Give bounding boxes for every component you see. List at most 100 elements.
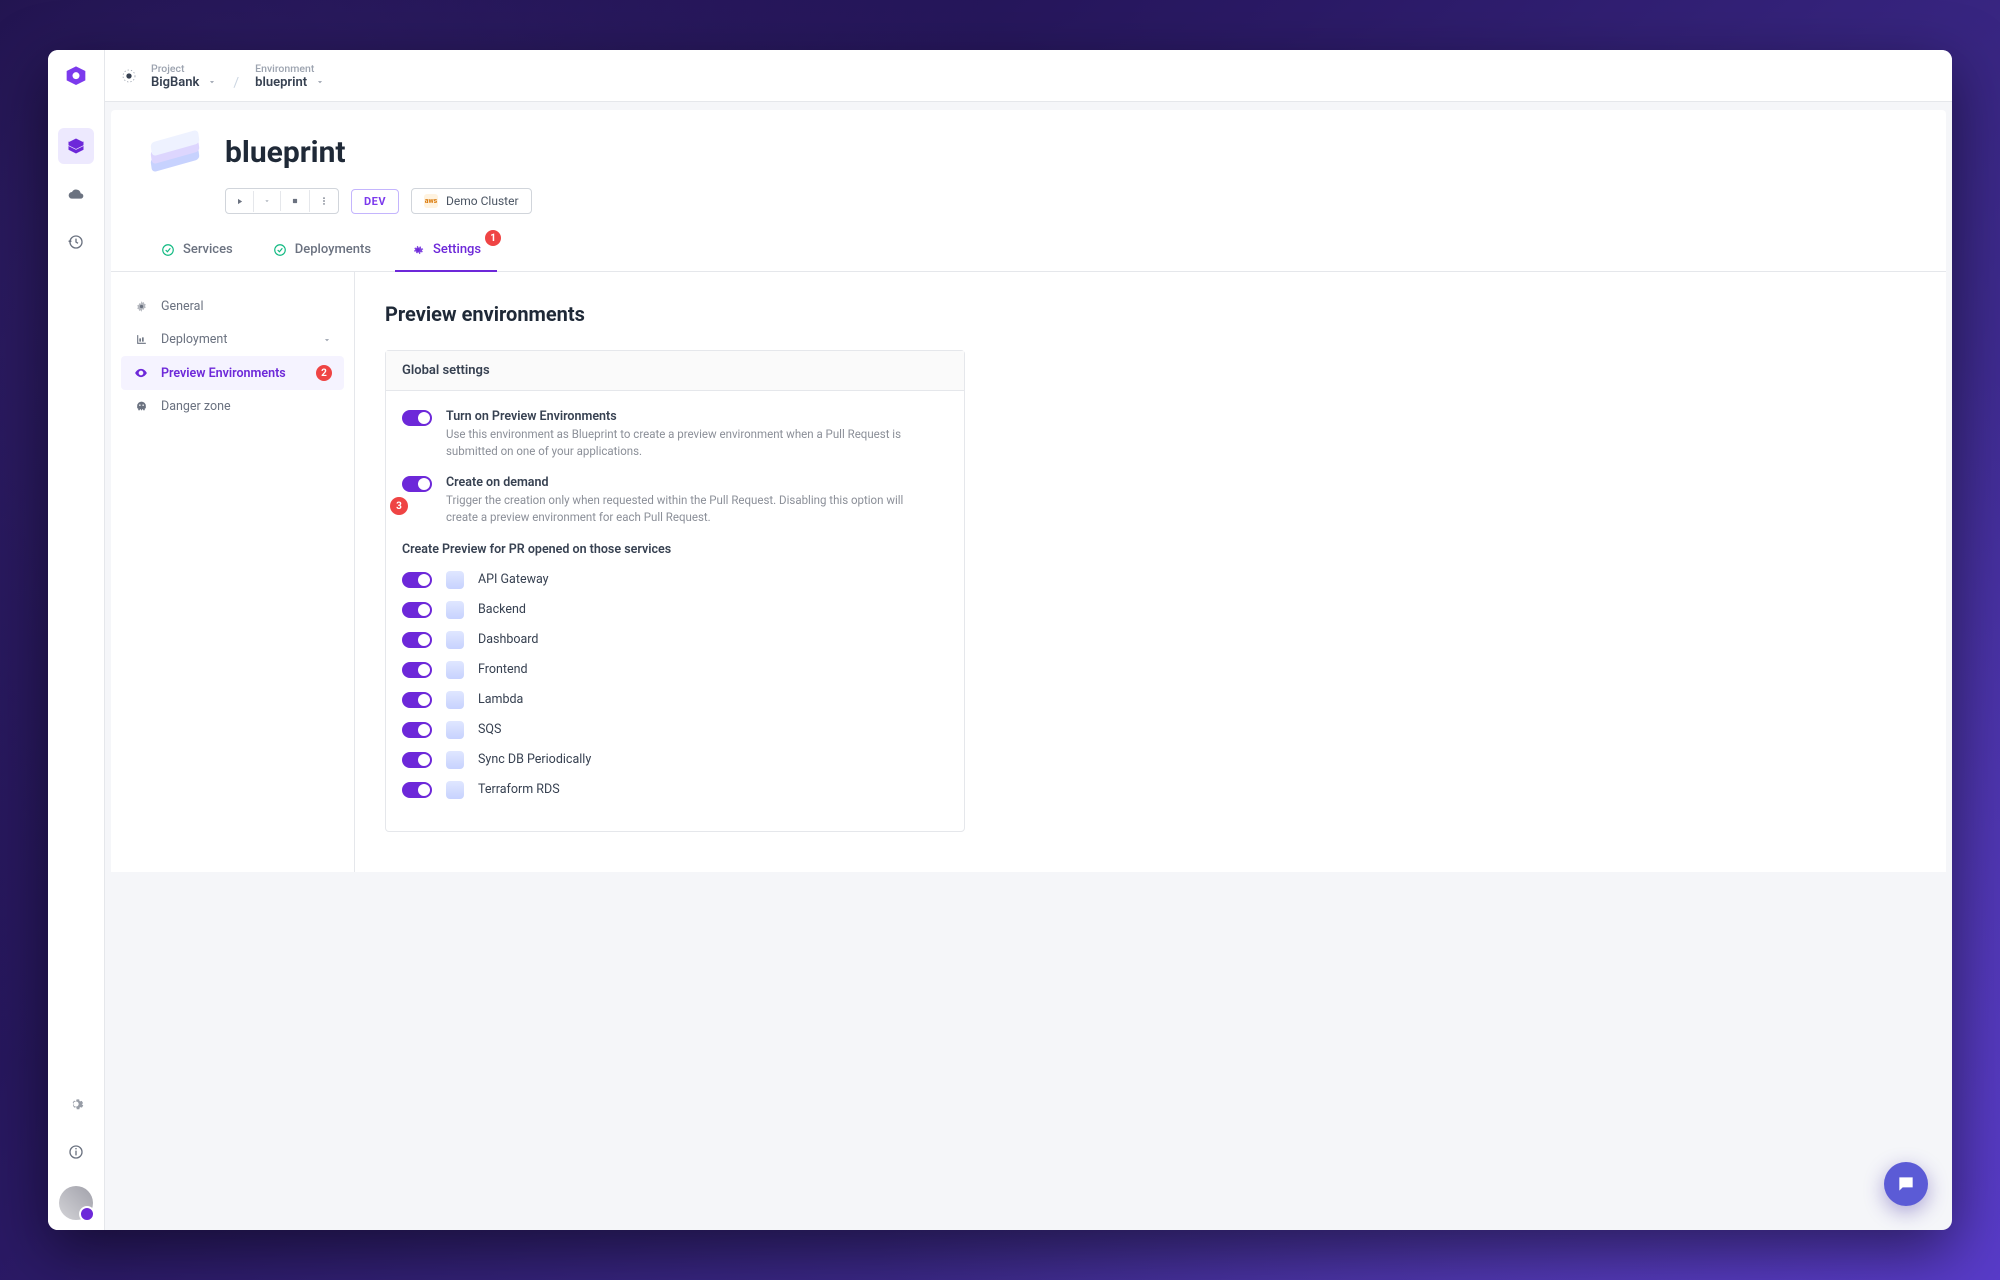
nav-rail [48,50,105,1230]
toggle-turn-on-preview[interactable] [402,410,432,426]
toggle-service[interactable] [402,752,432,768]
settings-nav-danger-label: Danger zone [161,399,231,414]
more-button[interactable] [310,189,338,213]
gear-icon [133,300,149,313]
service-name: Dashboard [478,632,538,647]
play-dropdown-button[interactable] [254,191,281,211]
card-title: Global settings [386,351,964,391]
on-demand-title: Create on demand [446,475,936,490]
services-subtitle: Create Preview for PR opened on those se… [402,542,948,557]
project-crumb[interactable]: Project BigBank [151,62,217,90]
service-row: Frontend [402,661,948,679]
chart-icon [133,333,149,346]
settings-nav-danger-zone[interactable]: Danger zone [121,390,344,423]
service-icon [446,631,464,649]
app-window: Project BigBank / Environment blueprint [48,50,1952,1230]
tab-settings[interactable]: Settings 1 [395,232,497,271]
settings-nav-deployment[interactable]: Deployment [121,323,344,356]
check-icon [161,243,175,257]
tab-services[interactable]: Services [145,232,249,271]
rail-history[interactable] [58,224,94,260]
service-icon [446,601,464,619]
on-demand-badge: 3 [390,497,408,515]
global-settings-card: Global settings Turn on Preview Environm… [385,350,965,832]
rail-info[interactable] [58,1134,94,1170]
service-row: Terraform RDS [402,781,948,799]
check-icon [273,243,287,257]
toggle-service[interactable] [402,572,432,588]
toggle-service[interactable] [402,722,432,738]
chevron-down-icon [315,77,325,87]
service-icon [446,571,464,589]
project-name: BigBank [151,75,199,90]
rail-environments[interactable] [58,128,94,164]
service-name: API Gateway [478,572,549,587]
settings-nav-preview-env-label: Preview Environments [161,366,286,381]
turn-on-title: Turn on Preview Environments [446,409,936,424]
help-chat-button[interactable] [1884,1162,1928,1206]
project-label: Project [151,62,217,75]
settings-nav: General Deployment [111,272,355,872]
services-list: API Gateway Backend Dashboard Frontend Lambd… [402,571,948,799]
play-button[interactable] [226,191,254,212]
tab-settings-label: Settings [433,242,481,257]
toggle-service[interactable] [402,662,432,678]
run-button-group [225,188,339,214]
service-icon [446,781,464,799]
tab-services-label: Services [183,242,233,257]
tab-settings-badge: 1 [485,230,501,246]
gear-icon [411,243,425,257]
app-logo[interactable] [60,62,92,94]
toggle-service[interactable] [402,632,432,648]
environment-header: blueprint [111,110,1946,272]
settings-nav-general[interactable]: General [121,290,344,323]
service-name: Terraform RDS [478,782,560,797]
turn-on-desc: Use this environment as Blueprint to cre… [446,426,936,459]
toggle-create-on-demand[interactable] [402,476,432,492]
user-avatar[interactable] [59,1186,93,1220]
service-row: Dashboard [402,631,948,649]
toggle-service[interactable] [402,782,432,798]
service-name: Sync DB Periodically [478,752,591,767]
preview-env-badge: 2 [316,365,332,381]
tab-deployments[interactable]: Deployments [257,232,387,271]
crumb-separator: / [231,61,241,91]
rail-settings[interactable] [58,1086,94,1122]
eye-icon [133,366,149,380]
skull-icon [133,400,149,413]
aws-icon: aws [424,194,438,208]
cluster-label: Demo Cluster [446,194,518,208]
rail-cloud[interactable] [58,176,94,212]
service-icon [446,691,464,709]
settings-nav-preview-environments[interactable]: Preview Environments 2 [121,356,344,390]
service-name: Frontend [478,662,528,677]
tab-deployments-label: Deployments [295,242,371,257]
project-icon [121,68,137,84]
tabs: Services Deployments Settings 1 [145,232,1912,271]
settings-panel: Preview environments Global settings Tur… [355,272,1946,872]
environment-name: blueprint [255,75,307,90]
breadcrumb-bar: Project BigBank / Environment blueprint [105,50,1952,102]
toggle-service[interactable] [402,692,432,708]
stage-label: DEV [364,195,386,208]
service-icon [446,721,464,739]
service-icon [446,751,464,769]
cluster-chip[interactable]: aws Demo Cluster [411,188,531,214]
service-row: SQS [402,721,948,739]
service-row: Lambda [402,691,948,709]
service-name: Lambda [478,692,523,707]
chevron-down-icon [207,77,217,87]
service-name: Backend [478,602,526,617]
panel-title: Preview environments [385,302,1916,326]
toggle-service[interactable] [402,602,432,618]
chevron-down-icon [322,335,332,345]
stage-pill[interactable]: DEV [351,189,399,214]
environment-icon [145,128,205,176]
settings-nav-deployment-label: Deployment [161,332,227,347]
setting-turn-on-preview: Turn on Preview Environments Use this en… [402,409,948,459]
environment-label: Environment [255,62,325,75]
setting-create-on-demand: 3 Create on demand Trigger the creation … [402,475,948,525]
stop-button[interactable] [281,190,310,212]
service-row: API Gateway [402,571,948,589]
environment-crumb[interactable]: Environment blueprint [255,62,325,90]
